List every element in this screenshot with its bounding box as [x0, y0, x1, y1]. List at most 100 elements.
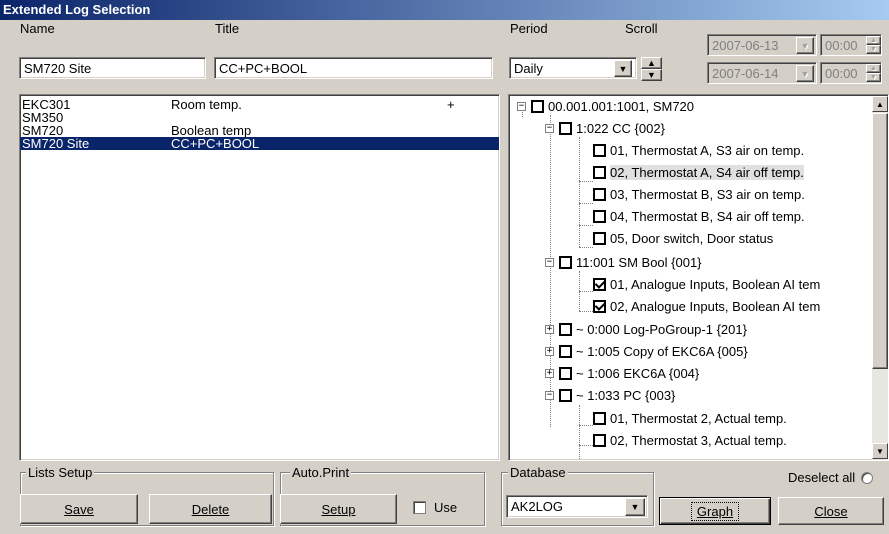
date-to-value: 2007-06-14: [712, 66, 779, 81]
tree-checkbox[interactable]: [559, 388, 572, 402]
tree-node[interactable]: + ~ 1:005 Copy of EKC6A {005}: [545, 341, 748, 361]
deselect-all-radio[interactable]: [861, 471, 874, 484]
close-button[interactable]: Close: [778, 497, 884, 525]
expand-icon[interactable]: +: [545, 346, 554, 356]
tree-checkbox-checked[interactable]: [593, 277, 606, 291]
tree-leaf[interactable]: 01, Thermostat A, S3 air on temp.: [593, 140, 804, 160]
collapse-icon[interactable]: −: [545, 390, 554, 400]
tree-node-label: ~ 1:006 EKC6A {004}: [576, 365, 700, 381]
arrow-up-icon: ▲: [647, 58, 656, 68]
tree-node-label: 01, Analogue Inputs, Boolean AI tem: [610, 276, 821, 292]
tree-leaf[interactable]: 03, Thermostat B, S3 air on temp.: [593, 184, 805, 204]
save-button[interactable]: Save: [20, 494, 138, 524]
collapse-icon[interactable]: −: [545, 257, 554, 267]
close-button-label: Close: [814, 503, 848, 519]
delete-button[interactable]: Delete: [149, 494, 272, 524]
tree-node-label: 02, Thermostat 3, Actual temp.: [610, 432, 787, 448]
tree-checkbox[interactable]: [559, 121, 572, 135]
tree-checkbox[interactable]: [593, 411, 606, 425]
tree-checkbox[interactable]: [593, 187, 606, 201]
tree-node[interactable]: − 1:022 CC {002}: [545, 118, 665, 138]
tree-node[interactable]: − ~ 1:033 PC {003}: [545, 385, 675, 405]
time-from-value: 00:00: [825, 38, 858, 53]
scroll-up-arrow-icon[interactable]: ▲: [872, 96, 888, 112]
setup-button-label: Setup: [321, 501, 356, 517]
arrow-up-icon: ▲: [870, 65, 877, 72]
list-item[interactable]: SM350: [20, 111, 499, 124]
deselect-all-label: Deselect all: [788, 470, 856, 485]
expand-icon[interactable]: +: [545, 324, 554, 334]
point-tree[interactable]: − 00.001.001:1001, SM720 − 1:022 CC {002…: [508, 94, 889, 461]
scroll-down-arrow-icon[interactable]: ▼: [872, 443, 888, 459]
delete-button-label: Delete: [191, 501, 230, 517]
tree-leaf[interactable]: 04, Thermostat B, S4 air off temp.: [593, 206, 805, 226]
arrow-down-icon: ▼: [870, 46, 877, 53]
tree-checkbox[interactable]: [593, 165, 606, 179]
tree-checkbox[interactable]: [559, 322, 572, 336]
list-item[interactable]: SM720 Boolean temp: [20, 124, 499, 137]
collapse-icon[interactable]: −: [545, 123, 554, 133]
tree-checkbox[interactable]: [559, 344, 572, 358]
auto-print-label: Auto.Print: [290, 465, 352, 480]
scroll-up-button[interactable]: ▲: [641, 57, 662, 69]
chevron-down-icon: ▼: [800, 68, 810, 79]
arrow-up-icon: ▲: [870, 37, 877, 44]
date-from-value: 2007-06-13: [712, 38, 779, 53]
tree-node[interactable]: + ~ 0:000 Log-PoGroup-1 {201}: [545, 319, 747, 339]
chevron-down-icon: ▼: [800, 40, 810, 51]
tree-checkbox[interactable]: [593, 209, 606, 223]
time-to-down-button: ▼: [866, 73, 881, 82]
tree-leaf[interactable]: 02, Analogue Inputs, Boolean AI tem: [593, 296, 820, 316]
period-dropdown-button[interactable]: ▼: [614, 60, 632, 77]
tree-leaf[interactable]: 05, Door switch, Door status: [593, 228, 773, 248]
use-checkbox-label: Use: [434, 500, 458, 515]
collapse-icon[interactable]: −: [517, 101, 526, 111]
tree-checkbox[interactable]: [593, 433, 606, 447]
tree-checkbox[interactable]: [593, 143, 606, 157]
expand-icon[interactable]: +: [545, 368, 554, 378]
tree-leaf[interactable]: 02, Thermostat 3, Actual temp.: [593, 430, 787, 450]
tree-checkbox-checked[interactable]: [593, 299, 606, 313]
time-from-up-button: ▲: [866, 36, 881, 45]
list-item-title: Room temp.: [171, 97, 242, 112]
tree-leaf[interactable]: 01, Analogue Inputs, Boolean AI tem: [593, 274, 820, 294]
scroll-down-button[interactable]: ▼: [641, 69, 662, 81]
database-dropdown-button[interactable]: ▼: [625, 498, 645, 516]
tree-leaf[interactable]: 02, Thermostat A, S4 air off temp.: [593, 162, 804, 182]
tree-checkbox[interactable]: [559, 366, 572, 380]
database-label: Database: [508, 465, 568, 480]
tree-node-label: 01, Thermostat 2, Actual temp.: [610, 410, 787, 426]
name-field[interactable]: SM720 Site: [19, 57, 206, 79]
arrow-down-icon: ▼: [870, 74, 877, 81]
scrollbar-thumb[interactable]: [872, 113, 888, 369]
tree-node-label: ~ 1:033 PC {003}: [576, 387, 676, 403]
tree-leaf[interactable]: 01, Thermostat 2, Actual temp.: [593, 408, 787, 428]
log-list[interactable]: EKC301 Room temp. + SM350 SM720 Boolean …: [19, 94, 500, 461]
graph-button[interactable]: Graph: [659, 497, 771, 525]
tree-scrollbar[interactable]: ▲ ▼: [872, 96, 888, 460]
chevron-down-icon: ▼: [618, 63, 628, 74]
name-label: Name: [20, 21, 55, 36]
deselect-all-row[interactable]: Deselect all: [788, 470, 874, 485]
tree-checkbox[interactable]: [531, 99, 544, 113]
list-item[interactable]: EKC301 Room temp. +: [20, 98, 499, 111]
list-item-name: SM720 Site: [22, 136, 90, 151]
tree-node[interactable]: − 00.001.001:1001, SM720: [517, 96, 694, 116]
tree-node-label: 01, Thermostat A, S3 air on temp.: [610, 142, 805, 158]
tree-checkbox[interactable]: [559, 255, 572, 269]
use-checkbox-row[interactable]: Use: [413, 500, 457, 515]
time-from-down-button: ▼: [866, 45, 881, 54]
tree-node-label: 1:022 CC {002}: [576, 120, 665, 136]
use-checkbox[interactable]: [413, 501, 426, 514]
tree-checkbox[interactable]: [593, 231, 606, 245]
list-item-selected[interactable]: SM720 Site CC+PC+BOOL: [20, 137, 499, 150]
window-title: Extended Log Selection: [0, 0, 889, 20]
arrow-down-icon: ▼: [647, 70, 656, 80]
database-value: AK2LOG: [511, 499, 564, 514]
tree-node-label: 04, Thermostat B, S4 air off temp.: [610, 208, 805, 224]
tree-node[interactable]: − 11:001 SM Bool {001}: [545, 252, 702, 272]
title-field[interactable]: CC+PC+BOOL: [214, 57, 493, 79]
tree-node[interactable]: + ~ 1:006 EKC6A {004}: [545, 363, 699, 383]
setup-button[interactable]: Setup: [280, 494, 397, 524]
title-label: Title: [215, 21, 240, 36]
